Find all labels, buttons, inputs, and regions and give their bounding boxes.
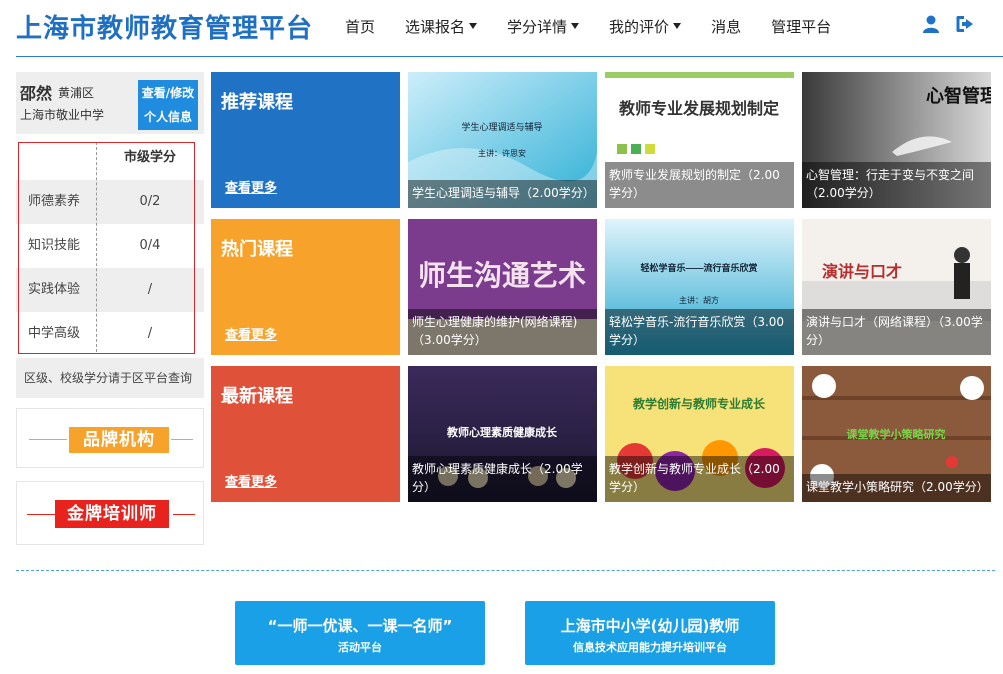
nav-messages[interactable]: 消息 [711, 16, 741, 37]
thumb-title: 课堂教学小策略研究 [847, 427, 946, 441]
button-line-2: 活动平台 [338, 641, 382, 654]
thumb-title: 心智管理 [926, 85, 991, 107]
course-caption: 演讲与口才（网络课程）（3.00学分） [802, 309, 991, 355]
section-title: 推荐课程 [221, 92, 293, 113]
course-card[interactable]: 演讲与口才 演讲与口才（网络课程）（3.00学分） [802, 219, 991, 355]
section-latest: 最新课程 查看更多 [211, 366, 400, 502]
brand-line-right [171, 439, 193, 440]
user-district: 黄浦区 [58, 86, 95, 100]
credit-highlight-border [18, 142, 195, 354]
nav-label: 学分详情 [507, 17, 568, 36]
header-icons [921, 14, 977, 34]
course-card[interactable]: 教学创新与教师专业成长 教学创新与教师专业成长（2.00学分） [605, 366, 794, 502]
thumb-title: 教师心理素质健康成长 [446, 425, 558, 439]
view-more-link[interactable]: 查看更多 [225, 471, 277, 490]
course-card[interactable]: 教师心理素质健康成长 教师心理素质健康成长（2.00学分） [408, 366, 597, 502]
course-caption: 课堂教学小策略研究（2.00学分） [802, 474, 991, 502]
brand-institutions-label: 品牌机构 [69, 427, 169, 453]
thumb-title: 演讲与口才 [822, 262, 902, 281]
view-more-link[interactable]: 查看更多 [225, 177, 277, 196]
it-training-platform-button[interactable]: 上海市中小学(幼儿园)教师 信息技术应用能力提升培训平台 [525, 601, 775, 665]
button-line-1: “一师一优课、一课一名师” [267, 617, 453, 635]
course-caption: 心智管理：行走于变与不变之间（2.00学分） [802, 162, 991, 208]
user-info-panel: 邵然 黄浦区 上海市敬业中学 查看/修改 个人信息 [16, 72, 204, 134]
edit-profile-label-2: 个人信息 [143, 110, 192, 124]
button-line-1: 上海市中小学(幼儿园)教师 [560, 617, 740, 635]
section-title: 热门课程 [221, 239, 293, 260]
view-more-link[interactable]: 查看更多 [225, 324, 277, 343]
course-caption: 师生心理健康的维护(网络课程)（3.00学分） [408, 309, 597, 355]
nav-label: 我的评价 [609, 17, 670, 36]
user-school: 上海市敬业中学 [20, 108, 105, 122]
thumb-title: 教师专业发展规划制定 [619, 99, 779, 118]
thumb-title: 轻松学音乐——流行音乐欣赏 [640, 262, 757, 273]
nav-label: 选课报名 [405, 17, 466, 36]
one-teacher-one-lesson-button[interactable]: “一师一优课、一课一名师” 活动平台 [235, 601, 485, 665]
course-card[interactable]: 学生心理调适与辅导 主讲：许思安 学生心理调适与辅导（2.00学分） [408, 72, 597, 208]
course-caption: 教学创新与教师专业成长（2.00学分） [605, 456, 794, 502]
logout-icon[interactable] [955, 14, 977, 34]
course-card[interactable]: 心智管理 心智管理：行走于变与不变之间（2.00学分） [802, 72, 991, 208]
nav-label: 首页 [345, 17, 376, 36]
header-divider [16, 56, 1003, 57]
edit-profile-label-1: 查看/修改 [141, 86, 195, 100]
user-name: 邵然 [20, 84, 53, 103]
nav-home[interactable]: 首页 [345, 16, 375, 37]
course-caption: 教师心理素质健康成长（2.00学分） [408, 456, 597, 502]
gold-trainers-link[interactable]: 金牌培训师 [16, 481, 204, 545]
credit-note: 区级、校级学分请于区平台查询 [16, 358, 204, 398]
header: 上海市教师教育管理平台 首页 选课报名 学分详情 我的评价 消息 管理平台 [0, 0, 1003, 56]
nav-label: 管理平台 [771, 17, 832, 36]
course-card[interactable]: 课堂教学小策略研究 课堂教学小策略研究（2.00学分） [802, 366, 991, 502]
course-caption: 学生心理调适与辅导（2.00学分） [408, 180, 597, 208]
course-card[interactable]: 轻松学音乐——流行音乐欣赏 主讲：胡方 轻松学音乐-流行音乐欣赏（3.00学分） [605, 219, 794, 355]
caret-down-icon [571, 23, 580, 29]
course-caption: 教师专业发展规划的制定（2.00学分） [605, 162, 794, 208]
nav-label: 消息 [711, 17, 742, 36]
section-title: 最新课程 [221, 386, 293, 407]
user-icon[interactable] [921, 14, 941, 34]
main-nav: 首页 选课报名 学分详情 我的评价 消息 管理平台 [330, 0, 846, 52]
caret-down-icon [673, 23, 682, 29]
thumb-title: 教学创新与教师专业成长 [632, 396, 766, 411]
brand-institutions-link[interactable]: 品牌机构 [16, 408, 204, 468]
brand-line-left [29, 439, 67, 440]
nav-course-enroll[interactable]: 选课报名 [405, 16, 478, 37]
thumb-title: 师生沟通艺术 [418, 260, 586, 291]
site-logo[interactable]: 上海市教师教育管理平台 [16, 8, 313, 45]
section-popular: 热门课程 查看更多 [211, 219, 400, 355]
nav-my-evaluation[interactable]: 我的评价 [609, 16, 682, 37]
section-recommended: 推荐课程 查看更多 [211, 72, 400, 208]
caret-down-icon [469, 23, 478, 29]
thumb-title: 学生心理调适与辅导 [461, 121, 542, 132]
course-card[interactable]: 师生沟通艺术 师生心理健康的维护(网络课程)（3.00学分） [408, 219, 597, 355]
brand-line-right [173, 514, 195, 515]
nav-admin-platform[interactable]: 管理平台 [771, 16, 831, 37]
course-caption: 轻松学音乐-流行音乐欣赏（3.00学分） [605, 309, 794, 355]
thumb-subtitle: 主讲：许思安 [478, 148, 526, 158]
button-line-2: 信息技术应用能力提升培训平台 [573, 641, 727, 654]
nav-credit-details[interactable]: 学分详情 [507, 16, 580, 37]
thumb-subtitle: 主讲：胡方 [679, 295, 719, 305]
course-card[interactable]: 教师专业发展规划制定 教师专业发展规划的制定（2.00学分） [605, 72, 794, 208]
footer-separator [16, 570, 995, 571]
gold-trainers-label: 金牌培训师 [55, 500, 169, 528]
edit-profile-button[interactable]: 查看/修改 个人信息 [138, 80, 198, 130]
